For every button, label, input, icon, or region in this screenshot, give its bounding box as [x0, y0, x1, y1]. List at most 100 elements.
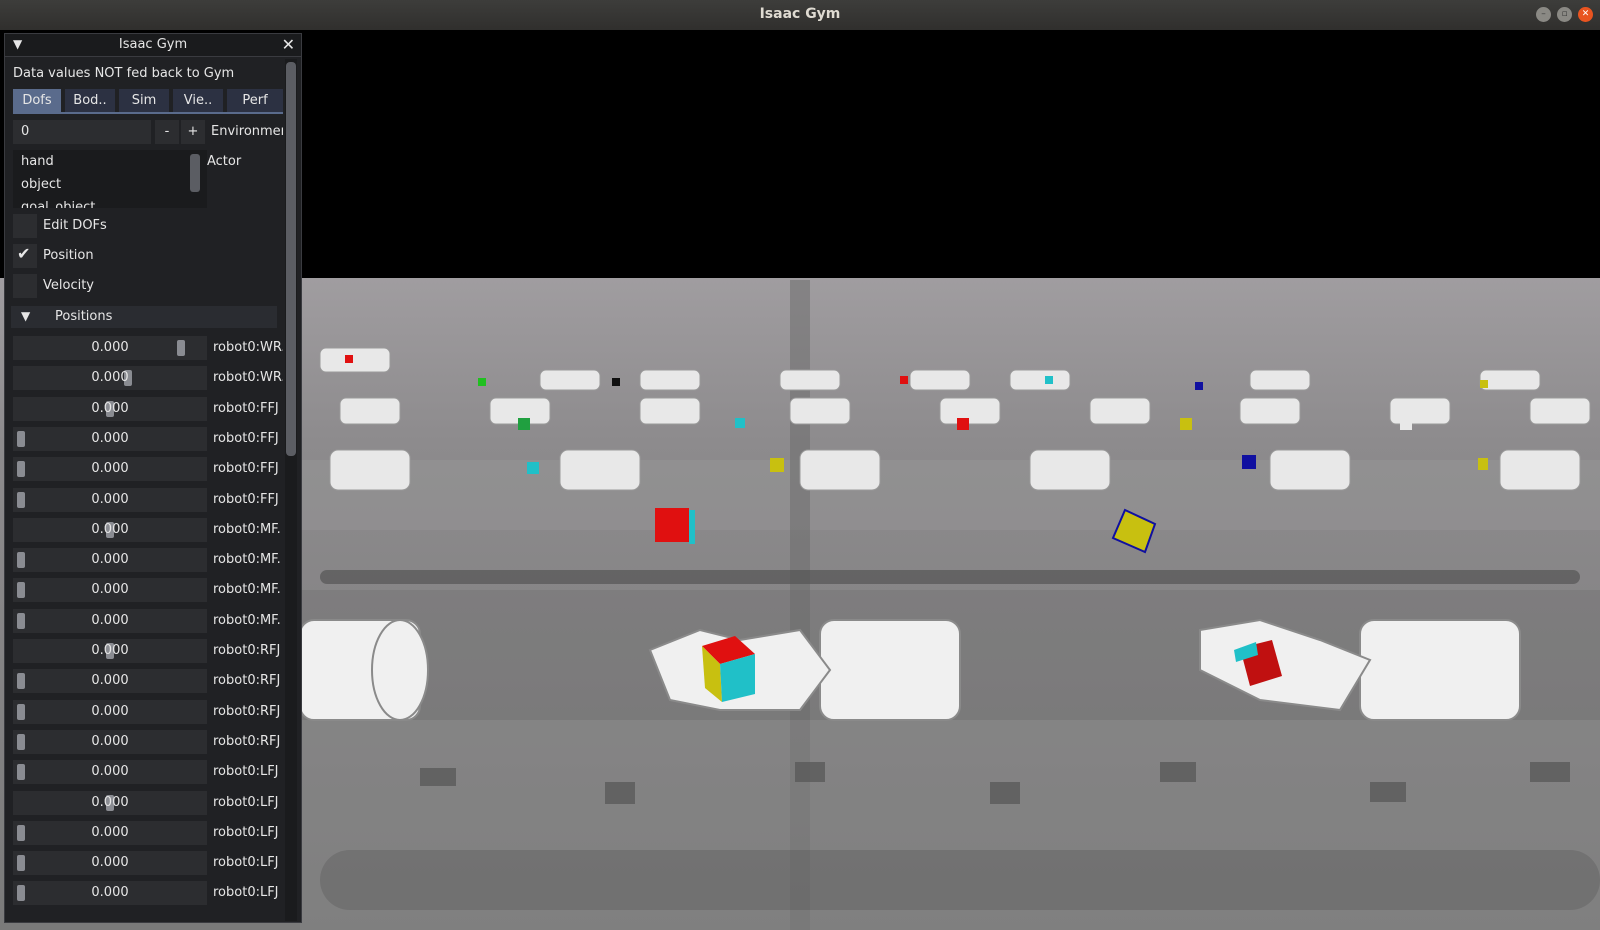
- edit-dofs-checkbox[interactable]: [13, 214, 37, 238]
- dof-row: 0.000 robot0:RFJ: [13, 639, 283, 663]
- dof-row: 0.000 robot0:MF.: [13, 517, 283, 542]
- dof-value: 0.000: [91, 612, 129, 628]
- dof-position-slider[interactable]: 0.000: [13, 487, 207, 512]
- dof-position-slider[interactable]: 0.000: [13, 548, 207, 573]
- dof-position-slider[interactable]: 0.000: [13, 881, 207, 906]
- list-item[interactable]: object: [21, 177, 61, 192]
- window-titlebar: Isaac Gym – ▫ ✕: [0, 0, 1600, 31]
- tab-dofs[interactable]: Dofs: [13, 89, 61, 112]
- tab-perf[interactable]: Perf: [227, 89, 283, 112]
- dof-row: 0.000 robot0:RFJ: [13, 729, 283, 754]
- dof-joint-name: robot0:LFJ: [213, 764, 279, 780]
- collapse-triangle-icon: ▼: [21, 309, 31, 323]
- checkmark-icon: ✔: [17, 244, 31, 263]
- dof-joint-name: robot0:RFJ: [213, 733, 281, 749]
- panel-tabs: Dofs Bod.. Sim Vie.. Perf: [13, 89, 283, 113]
- environment-decrement-button[interactable]: -: [155, 120, 179, 144]
- dof-position-slider[interactable]: 0.000: [13, 669, 207, 694]
- tab-sim[interactable]: Sim: [119, 89, 169, 112]
- dof-value: 0.000: [91, 733, 129, 749]
- dof-joint-name: robot0:MF.: [213, 552, 281, 568]
- dof-value: 0.000: [91, 521, 129, 537]
- maximize-icon[interactable]: ▫: [1557, 7, 1572, 22]
- dof-value: 0.000: [91, 340, 129, 355]
- edit-dofs-label: Edit DOFs: [43, 218, 107, 233]
- dof-row: 0.000 robot0:MF.: [13, 548, 283, 573]
- velocity-checkbox[interactable]: [13, 274, 37, 298]
- dof-row: 0.000 robot0:MF.: [13, 578, 283, 603]
- positions-section-header[interactable]: ▼ Positions: [11, 306, 277, 328]
- dof-position-slider[interactable]: 0.000: [13, 336, 207, 360]
- dof-position-slider[interactable]: 0.000: [13, 820, 207, 845]
- dof-joint-name: robot0:MF.: [213, 521, 281, 537]
- dof-row: 0.000 robot0:LFJ: [13, 760, 283, 785]
- panel-scrollbar-thumb[interactable]: [286, 62, 296, 456]
- dof-value: 0.000: [91, 400, 129, 416]
- dof-row: 0.000 robot0:FFJ: [13, 426, 283, 451]
- dof-joint-name: robot0:WR.: [213, 340, 283, 355]
- actor-label: Actor: [207, 154, 242, 169]
- dof-position-slider[interactable]: 0.000: [13, 729, 207, 754]
- list-item[interactable]: goal_object: [21, 200, 95, 208]
- dof-position-slider[interactable]: 0.000: [13, 426, 207, 451]
- dof-value: 0.000: [91, 824, 129, 840]
- dof-value: 0.000: [91, 461, 129, 477]
- dof-row: 0.000 robot0:WR.: [13, 366, 283, 391]
- dof-position-slider[interactable]: 0.000: [13, 457, 207, 482]
- dof-value: 0.000: [91, 430, 129, 446]
- dof-row: 0.000 robot0:LFJ: [13, 790, 283, 815]
- velocity-label: Velocity: [43, 278, 94, 293]
- dof-joint-name: robot0:FFJ: [213, 461, 279, 477]
- dof-joint-name: robot0:LFJ: [213, 794, 279, 810]
- dof-joint-name: robot0:RFJ: [213, 703, 281, 719]
- dof-joint-name: robot0:MF.: [213, 612, 281, 628]
- dof-value: 0.000: [91, 703, 129, 719]
- dof-row: 0.000 robot0:RFJ: [13, 669, 283, 694]
- dof-row: 0.000 robot0:FFJ: [13, 457, 283, 482]
- environment-input[interactable]: 0: [13, 120, 151, 144]
- panel-title: Isaac Gym: [118, 37, 188, 52]
- panel-scrollbar[interactable]: [285, 59, 297, 921]
- dof-position-slider[interactable]: 0.000: [13, 578, 207, 603]
- dof-position-slider[interactable]: 0.000: [13, 639, 207, 663]
- tab-underline: [13, 112, 283, 114]
- dof-value: 0.000: [91, 582, 129, 598]
- list-item[interactable]: hand: [21, 154, 54, 169]
- close-panel-icon[interactable]: ✕: [282, 35, 295, 54]
- dof-joint-name: robot0:RFJ: [213, 673, 281, 689]
- dof-position-slider[interactable]: 0.000: [13, 760, 207, 785]
- dof-position-slider[interactable]: 0.000: [13, 851, 207, 876]
- dof-joint-name: robot0:FFJ: [213, 491, 279, 507]
- dof-value: 0.000: [91, 491, 129, 507]
- dof-joint-name: robot0:WR.: [213, 370, 283, 386]
- tab-viewer[interactable]: Vie..: [173, 89, 223, 112]
- actor-list[interactable]: hand object goal_object: [13, 150, 207, 208]
- dof-joint-name: robot0:FFJ: [213, 400, 279, 416]
- dof-position-slider[interactable]: 0.000: [13, 396, 207, 421]
- dof-position-slider[interactable]: 0.000: [13, 699, 207, 724]
- dof-value: 0.000: [91, 673, 129, 689]
- dof-row: 0.000 robot0:RFJ: [13, 699, 283, 724]
- dof-value: 0.000: [91, 855, 129, 871]
- window-title: Isaac Gym: [759, 6, 841, 22]
- tab-bodies[interactable]: Bod..: [65, 89, 115, 112]
- position-checkbox[interactable]: ✔: [13, 244, 37, 268]
- minimize-icon[interactable]: –: [1536, 7, 1551, 22]
- dof-joint-name: robot0:RFJ: [213, 643, 281, 658]
- close-window-icon[interactable]: ✕: [1578, 7, 1593, 22]
- dof-position-slider[interactable]: 0.000: [13, 517, 207, 542]
- dof-value: 0.000: [91, 552, 129, 568]
- dof-position-slider[interactable]: 0.000: [13, 366, 207, 391]
- dof-row: 0.000 robot0:FFJ: [13, 487, 283, 512]
- dof-position-slider[interactable]: 0.000: [13, 608, 207, 633]
- dof-row: 0.000 robot0:LFJ: [13, 881, 283, 906]
- dof-value: 0.000: [91, 764, 129, 780]
- dof-row: 0.000 robot0:MF.: [13, 608, 283, 633]
- dof-position-slider[interactable]: 0.000: [13, 790, 207, 815]
- panel-header: ▼ Isaac Gym ✕: [5, 34, 301, 57]
- actor-list-scrollbar[interactable]: [190, 154, 200, 192]
- dof-joint-name: robot0:LFJ: [213, 855, 279, 871]
- dof-value: 0.000: [91, 885, 129, 901]
- environment-increment-button[interactable]: +: [181, 120, 205, 144]
- environment-label: Environmen: [211, 124, 283, 139]
